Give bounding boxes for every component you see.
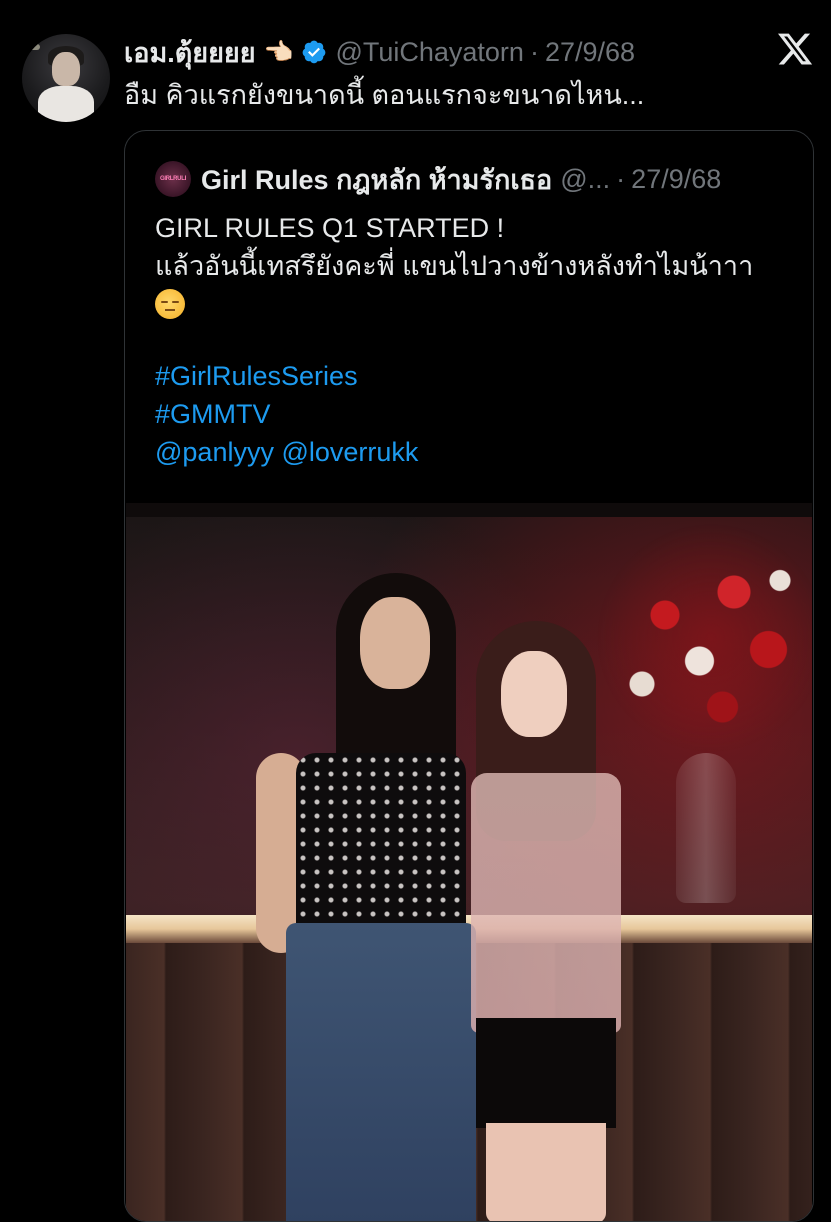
avatar-shirt bbox=[38, 86, 94, 122]
person-right-face bbox=[501, 651, 567, 737]
user-handle[interactable]: @TuiChayatorn bbox=[335, 37, 524, 68]
pensive-face-emoji bbox=[155, 289, 185, 319]
hashtag-gmmtv[interactable]: #GMMTV bbox=[155, 395, 795, 433]
quote-line-1: GIRL RULES Q1 STARTED ! bbox=[155, 213, 505, 243]
x-logo-icon[interactable] bbox=[776, 30, 814, 68]
quote-body: GIRL RULES Q1 STARTED ! แล้วอันนี้เทสรึย… bbox=[155, 209, 795, 471]
quote-avatar[interactable]: GIRLRULES bbox=[155, 161, 191, 197]
quote-separator-dot: · bbox=[616, 163, 626, 194]
quote-display-name[interactable]: Girl Rules กฎหลัก ห้ามรักเธอ bbox=[201, 158, 552, 201]
quote-blank-line bbox=[155, 319, 795, 357]
avatar-face bbox=[52, 52, 80, 86]
avatar-background-light bbox=[28, 44, 40, 50]
hashtag-girlrulesseries[interactable]: #GirlRulesSeries bbox=[155, 357, 795, 395]
verified-badge-icon bbox=[301, 39, 327, 65]
separator-dot: · bbox=[529, 36, 539, 67]
quote-date[interactable]: 27/9/68 bbox=[631, 164, 721, 195]
quote-avatar-logo: GIRLRULES bbox=[160, 176, 186, 182]
person-left-jeans bbox=[286, 923, 476, 1221]
quote-line-2: แล้วอันนี้เทสรึยังคะพี่ แขนไปวางข้างหลัง… bbox=[155, 251, 754, 281]
tweet-text: อืม คิวแรกยังขนาดนี้ ตอนแรกจะขนาดไหน... bbox=[124, 80, 645, 110]
person-right-skirt bbox=[476, 1018, 616, 1128]
person-right-legs bbox=[486, 1123, 606, 1221]
tweet-date[interactable]: 27/9/68 bbox=[545, 37, 635, 68]
quote-handle[interactable]: @... bbox=[560, 164, 610, 195]
pointing-hand-emoji: 👈🏻 bbox=[263, 38, 294, 66]
photo-flowers bbox=[596, 523, 812, 753]
user-avatar[interactable] bbox=[22, 34, 110, 122]
tweet-header: เอม.ตุ้ยยยย 👈🏻 @TuiChayatorn · 27/9/68 bbox=[124, 34, 635, 70]
quote-header: GIRLRULES Girl Rules กฎหลัก ห้ามรักเธอ @… bbox=[155, 159, 721, 199]
photo-vase bbox=[676, 753, 736, 903]
person-right-top bbox=[471, 773, 621, 1033]
tweet: เอม.ตุ้ยยยย 👈🏻 @TuiChayatorn · 27/9/68 อ… bbox=[0, 0, 831, 1222]
person-left-top bbox=[296, 753, 466, 933]
mentions[interactable]: @panlyyy @loverrukk bbox=[155, 433, 795, 471]
person-left-face bbox=[360, 597, 430, 689]
quoted-tweet[interactable]: GIRLRULES Girl Rules กฎหลัก ห้ามรักเธอ @… bbox=[124, 130, 814, 1222]
photo-shelf bbox=[126, 503, 812, 517]
quote-photo[interactable] bbox=[126, 503, 812, 1221]
display-name[interactable]: เอม.ตุ้ยยยย bbox=[124, 31, 256, 74]
